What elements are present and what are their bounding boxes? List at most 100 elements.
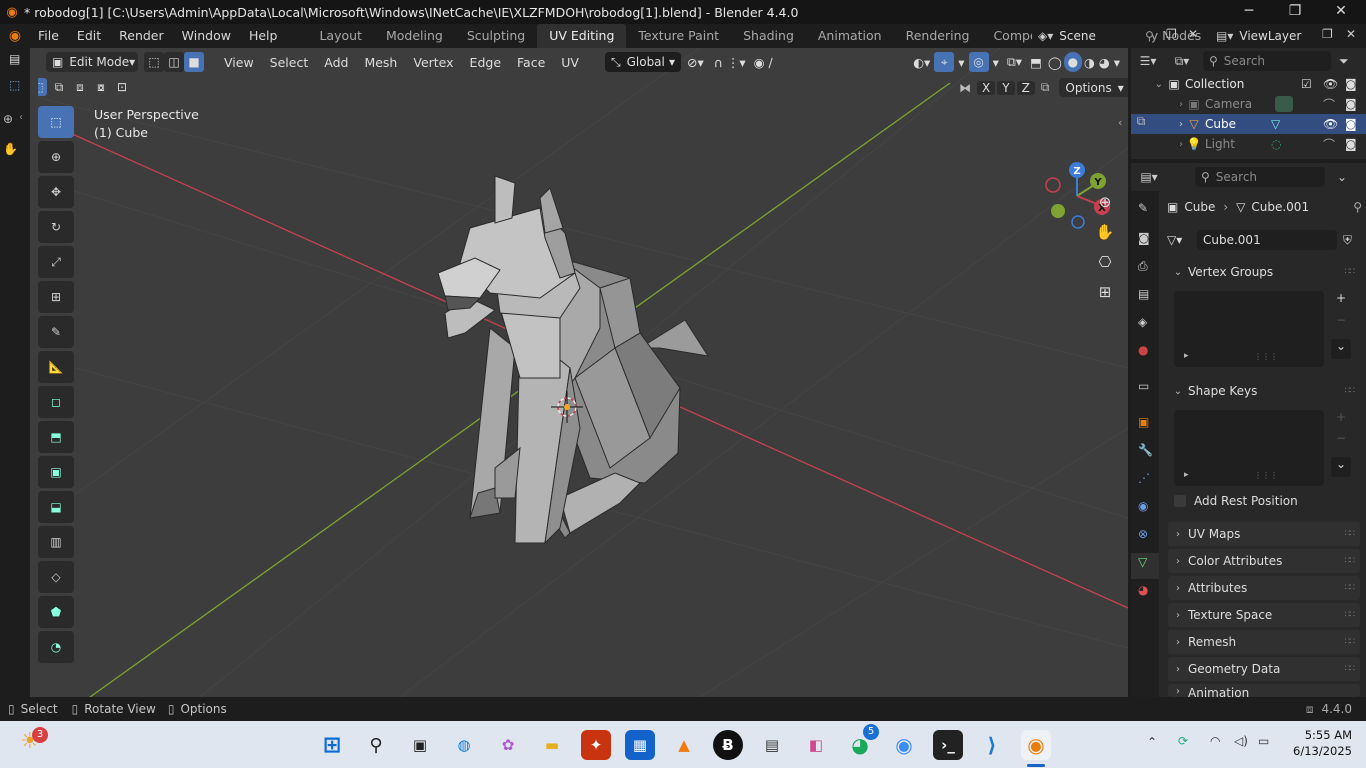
menu-render[interactable]: Render	[111, 24, 174, 48]
tool-spin[interactable]: ◔	[38, 631, 74, 663]
vertex-groups-list[interactable]: ▸ ⋮⋮⋮	[1174, 291, 1324, 367]
tab-animation[interactable]: Animation	[806, 24, 894, 48]
remove-shape-key-icon[interactable]: −	[1331, 431, 1351, 451]
tool-measure[interactable]: 📐	[38, 351, 74, 383]
pan-hand-icon[interactable]: ✋	[3, 142, 18, 156]
blender-menu-icon[interactable]: ◉	[0, 28, 30, 44]
camera-render-icon[interactable]: ◙	[1345, 137, 1357, 151]
chevron-up-icon[interactable]: ⌃	[1147, 735, 1157, 749]
panel-remesh[interactable]: › Remesh ∷∷	[1168, 630, 1360, 654]
outliner-item-camera[interactable]: › ▣ Camera ⌒ ◙	[1131, 94, 1366, 114]
tab-sculpting[interactable]: Sculpting	[455, 24, 537, 48]
vertex-group-menu-icon[interactable]: ⌄	[1331, 339, 1351, 359]
tool-scale[interactable]: ⤢	[38, 246, 74, 278]
panel-animation[interactable]: › Animation	[1168, 684, 1360, 697]
select-intersect-icon[interactable]: ⊡	[113, 78, 131, 96]
uv-cursor-icon[interactable]: ⊕	[3, 112, 13, 126]
outliner-search[interactable]: ⚲ Search	[1203, 51, 1331, 71]
drag-handle-icon[interactable]: ∷∷	[1345, 386, 1356, 396]
mesh-browse-icon[interactable]: ▽▾	[1167, 233, 1197, 247]
menu-select[interactable]: Select	[262, 55, 317, 70]
menu-help[interactable]: Help	[241, 24, 288, 48]
select-invert-icon[interactable]: ⧇	[92, 78, 110, 96]
options-dropdown[interactable]: Options ▾	[1059, 78, 1128, 97]
eye-closed-icon[interactable]: ⌒	[1323, 136, 1335, 153]
menu-edge[interactable]: Edge	[462, 55, 509, 70]
vertex-select-icon[interactable]: ⬚	[144, 52, 164, 72]
camera-data-icon[interactable]	[1275, 96, 1293, 112]
chrome-icon[interactable]: ◉	[889, 730, 919, 760]
new-viewlayer-icon[interactable]: ❐	[1322, 27, 1333, 41]
material-tab-icon[interactable]: ◕	[1138, 583, 1148, 597]
physics-tab-icon[interactable]: ◉	[1138, 499, 1148, 513]
copilot-icon[interactable]: ✿	[493, 730, 523, 760]
chevron-down-icon[interactable]: ▾	[989, 55, 1003, 70]
light-data-icon[interactable]: ◌	[1271, 137, 1281, 151]
camera-view-icon[interactable]: ⎔	[1094, 253, 1116, 275]
tool-poly-build[interactable]: ⬟	[38, 596, 74, 628]
menu-edit[interactable]: Edit	[69, 24, 111, 48]
mode-selector[interactable]: ▣ Edit Mode ▾	[46, 52, 138, 72]
tool-add-cube[interactable]: ◻	[38, 386, 74, 418]
tool-select-box[interactable]: ⬚	[38, 106, 74, 138]
edit-mode-toggle-icon[interactable]: ⧉	[1131, 114, 1151, 134]
blender-taskbar-icon[interactable]: ◉	[1021, 730, 1051, 760]
expand-arrow-icon[interactable]: ⌄	[1131, 79, 1163, 90]
zoom-icon[interactable]: ⊕	[1094, 193, 1116, 215]
tab-layout[interactable]: Layout	[307, 24, 374, 48]
task-view-icon[interactable]: ▣	[405, 730, 435, 760]
fake-user-shield-icon[interactable]: ⛨	[1343, 233, 1352, 248]
outliner-editor-icon[interactable]: ☰▾	[1131, 54, 1165, 68]
view-layer-tab-icon[interactable]: ▤	[1138, 287, 1149, 301]
mesh-data-tab-icon[interactable]: ▽	[1138, 555, 1147, 569]
panel-uv-maps[interactable]: › UV Maps ∷∷	[1168, 522, 1360, 546]
tab-shading[interactable]: Shading	[731, 24, 806, 48]
outliner-collection-row[interactable]: ⌄ ▣ Collection ☑ 👁 ◙	[1131, 74, 1366, 94]
expand-arrow-icon[interactable]: ›	[1131, 139, 1183, 150]
checkbox-icon[interactable]: ☑	[1301, 77, 1312, 91]
pivot-icon[interactable]: ⊘▾	[681, 55, 710, 70]
drag-handle-icon[interactable]: ∷∷	[1345, 267, 1356, 277]
drag-handle-icon[interactable]: ∷∷	[1345, 556, 1356, 566]
world-tab-icon[interactable]: ●	[1138, 343, 1148, 357]
microsoft-store-icon[interactable]: ▦	[625, 730, 655, 760]
chevron-down-icon[interactable]: ▾	[1112, 55, 1128, 70]
photo-app-icon[interactable]: ◧	[801, 730, 831, 760]
wifi-icon[interactable]: ◠	[1210, 734, 1220, 748]
bitcoin-app-icon[interactable]: Ƀ	[713, 730, 743, 760]
vlc-icon[interactable]: ▲	[669, 730, 699, 760]
menu-add[interactable]: Add	[316, 55, 356, 70]
editor-type-icon[interactable]: ▤	[9, 52, 20, 66]
tool-cursor[interactable]: ⊕	[38, 141, 74, 173]
drag-handle-icon[interactable]: ∷∷	[1345, 610, 1356, 620]
properties-search[interactable]: ⚲ Search	[1195, 167, 1325, 187]
mirror-x-toggle[interactable]: X	[977, 80, 996, 95]
calculator-icon[interactable]: ▤	[757, 730, 787, 760]
add-shape-key-icon[interactable]: +	[1331, 410, 1351, 430]
object-tab-icon[interactable]: ▣	[1138, 415, 1149, 429]
mesh-edit-overlay-icon[interactable]: ⧉▾	[1003, 54, 1026, 70]
tool-loop-cut[interactable]: ▥	[38, 526, 74, 558]
eye-icon[interactable]: 👁	[1323, 77, 1338, 91]
modifier-tab-icon[interactable]: 🔧	[1138, 443, 1153, 457]
drag-handle-icon[interactable]: ∷∷	[1345, 583, 1356, 593]
breadcrumb-data[interactable]: Cube.001	[1251, 200, 1309, 214]
menu-vertex[interactable]: Vertex	[405, 55, 461, 70]
select-subtract-icon[interactable]: ⧈	[71, 78, 89, 96]
minimize-button[interactable]: ─	[1226, 0, 1272, 24]
panel-vertex-groups[interactable]: ⌄ Vertex Groups ∷∷	[1168, 260, 1360, 284]
sidebar-toggle-icon[interactable]: ‹	[1118, 116, 1122, 129]
tab-uv-editing[interactable]: UV Editing	[537, 24, 627, 48]
weather-widget[interactable]: ☀ 3	[20, 727, 50, 759]
volume-icon[interactable]: ◁)	[1234, 734, 1248, 748]
shape-keys-list[interactable]: ▸ ⋮⋮⋮	[1174, 410, 1324, 486]
drag-handle-icon[interactable]: ∷∷	[1345, 664, 1356, 674]
properties-editor-icon[interactable]: ▤▾	[1131, 170, 1167, 184]
list-resize-grip-icon[interactable]: ⋮⋮⋮	[1254, 471, 1278, 480]
display-mode-icon[interactable]: ⧉▾	[1165, 54, 1199, 69]
viewlayer-selector[interactable]: ▤▾ ViewLayer	[1210, 26, 1320, 46]
battery-icon[interactable]: ▭	[1258, 734, 1269, 748]
add-vertex-group-icon[interactable]: +	[1331, 291, 1351, 311]
remove-viewlayer-icon[interactable]: ✕	[1346, 27, 1356, 41]
tab-texture-paint[interactable]: Texture Paint	[626, 24, 731, 48]
